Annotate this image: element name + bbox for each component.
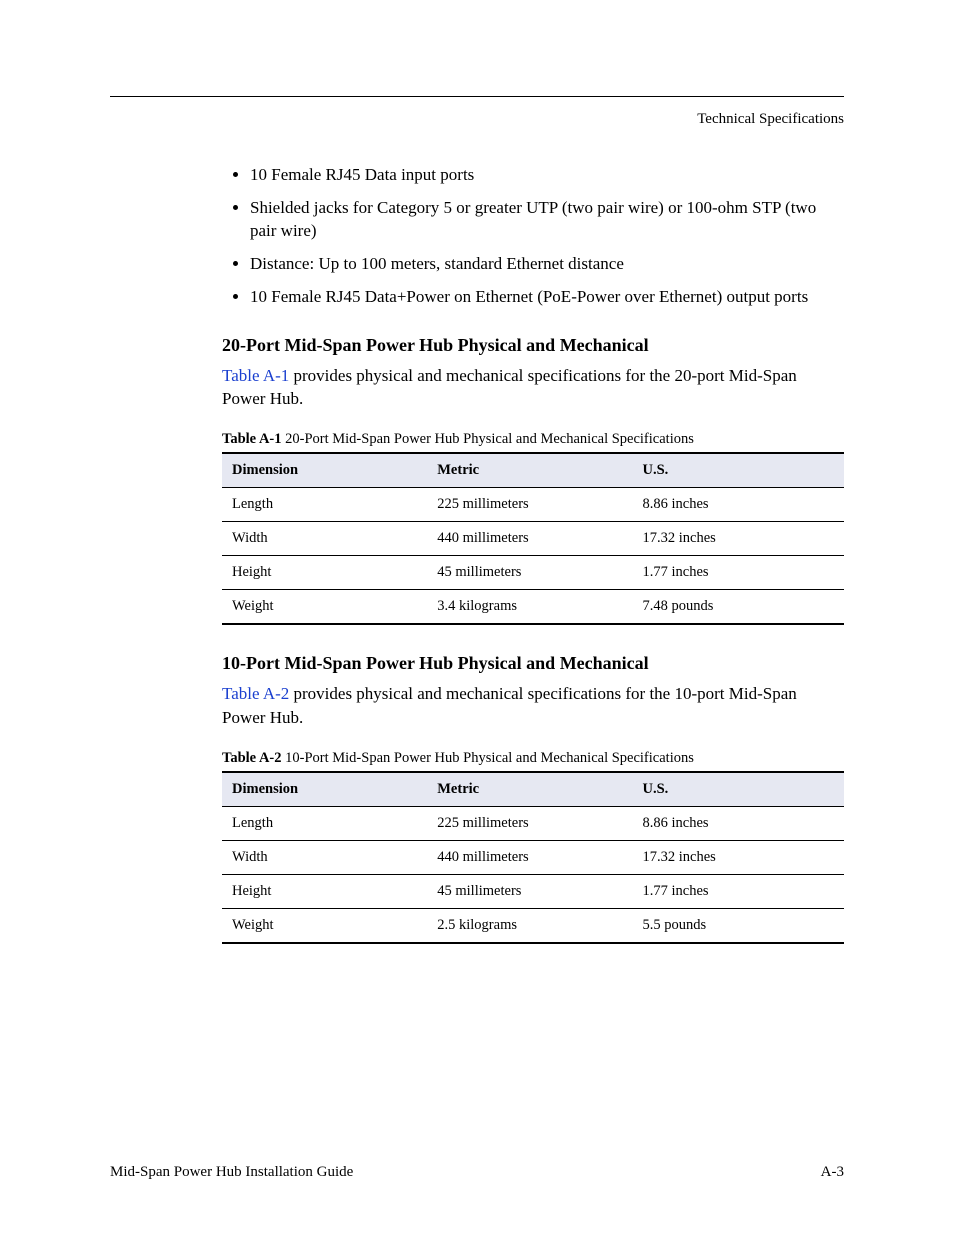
cell: Height — [222, 556, 427, 590]
top-rule — [110, 96, 844, 97]
cell: 225 millimeters — [427, 806, 632, 840]
cell: 45 millimeters — [427, 874, 632, 908]
table-a1-link[interactable]: Table A-1 — [222, 366, 289, 385]
table-row: Width 440 millimeters 17.32 inches — [222, 840, 844, 874]
footer-left: Mid-Span Power Hub Installation Guide — [110, 1164, 353, 1181]
cell: 45 millimeters — [427, 556, 632, 590]
table-row: Height 45 millimeters 1.77 inches — [222, 556, 844, 590]
cell: 8.86 inches — [633, 488, 845, 522]
cell: Length — [222, 488, 427, 522]
col-metric: Metric — [427, 453, 632, 488]
table-row: Length 225 millimeters 8.86 inches — [222, 806, 844, 840]
cell: 2.5 kilograms — [427, 908, 632, 943]
cell: Width — [222, 840, 427, 874]
bullet-item: 10 Female RJ45 Data+Power on Ethernet (P… — [250, 286, 844, 309]
cell: 5.5 pounds — [633, 908, 845, 943]
bullet-item: Shielded jacks for Category 5 or greater… — [250, 197, 844, 243]
footer-right: A-3 — [821, 1164, 844, 1181]
section-heading-10port: 10-Port Mid-Span Power Hub Physical and … — [222, 653, 844, 674]
table-row: Height 45 millimeters 1.77 inches — [222, 874, 844, 908]
cell: 17.32 inches — [633, 522, 845, 556]
cell: Height — [222, 874, 427, 908]
caption-rest: 10-Port Mid-Span Power Hub Physical and … — [282, 750, 694, 766]
para-rest: provides physical and mechanical specifi… — [222, 684, 797, 727]
cell: Length — [222, 806, 427, 840]
cell: 440 millimeters — [427, 522, 632, 556]
col-dimension: Dimension — [222, 772, 427, 807]
page-footer: Mid-Span Power Hub Installation Guide A-… — [0, 1164, 954, 1181]
table-header-row: Dimension Metric U.S. — [222, 453, 844, 488]
col-dimension: Dimension — [222, 453, 427, 488]
table-a2-caption: Table A-2 10-Port Mid-Span Power Hub Phy… — [222, 750, 844, 767]
col-us: U.S. — [633, 772, 845, 807]
cell: Weight — [222, 590, 427, 625]
section-para-20port: Table A-1 provides physical and mechanic… — [222, 364, 844, 412]
bullet-item: Distance: Up to 100 meters, standard Eth… — [250, 253, 844, 276]
cell: 440 millimeters — [427, 840, 632, 874]
cell: 17.32 inches — [633, 840, 845, 874]
cell: 8.86 inches — [633, 806, 845, 840]
table-row: Length 225 millimeters 8.86 inches — [222, 488, 844, 522]
cell: Width — [222, 522, 427, 556]
table-a2-link[interactable]: Table A-2 — [222, 684, 289, 703]
caption-rest: 20-Port Mid-Span Power Hub Physical and … — [282, 431, 694, 447]
cell: 3.4 kilograms — [427, 590, 632, 625]
table-row: Width 440 millimeters 17.32 inches — [222, 522, 844, 556]
table-a1-caption: Table A-1 20-Port Mid-Span Power Hub Phy… — [222, 431, 844, 448]
running-head: Technical Specifications — [110, 111, 844, 128]
cell: 225 millimeters — [427, 488, 632, 522]
table-row: Weight 3.4 kilograms 7.48 pounds — [222, 590, 844, 625]
cell: 1.77 inches — [633, 556, 845, 590]
para-rest: provides physical and mechanical specifi… — [222, 366, 797, 409]
table-a1: Dimension Metric U.S. Length 225 millime… — [222, 452, 844, 625]
cell: Weight — [222, 908, 427, 943]
cell: 1.77 inches — [633, 874, 845, 908]
col-us: U.S. — [633, 453, 845, 488]
section-heading-20port: 20-Port Mid-Span Power Hub Physical and … — [222, 335, 844, 356]
bullet-list: 10 Female RJ45 Data input ports Shielded… — [222, 164, 844, 309]
col-metric: Metric — [427, 772, 632, 807]
caption-label: Table A-2 — [222, 750, 282, 766]
table-a2: Dimension Metric U.S. Length 225 millime… — [222, 771, 844, 944]
table-header-row: Dimension Metric U.S. — [222, 772, 844, 807]
cell: 7.48 pounds — [633, 590, 845, 625]
section-para-10port: Table A-2 provides physical and mechanic… — [222, 682, 844, 730]
caption-label: Table A-1 — [222, 431, 282, 447]
table-row: Weight 2.5 kilograms 5.5 pounds — [222, 908, 844, 943]
bullet-item: 10 Female RJ45 Data input ports — [250, 164, 844, 187]
